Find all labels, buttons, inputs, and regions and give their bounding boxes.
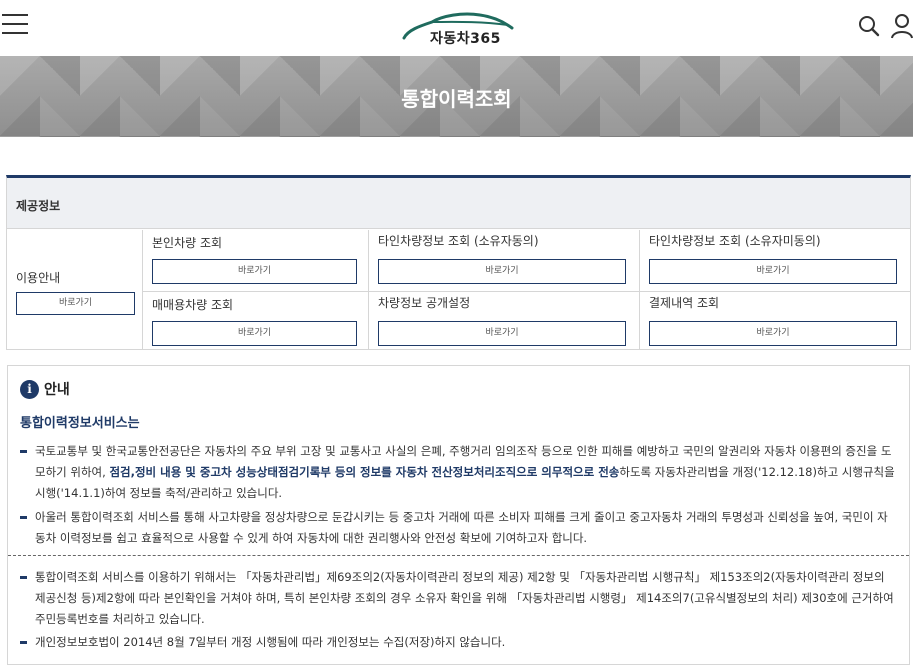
other-vehicle-no-consent-go-button[interactable]: 바로가기 bbox=[649, 259, 897, 284]
vehicle-disclosure-go-button[interactable]: 바로가기 bbox=[378, 321, 626, 346]
notice-title: 안내 bbox=[44, 382, 70, 398]
page-banner: 통합이력조회 bbox=[0, 56, 913, 137]
payment-history-label: 결제내역 조회 bbox=[649, 296, 720, 310]
site-logo[interactable]: 자동차365 bbox=[402, 8, 514, 48]
vehicle-disclosure-cell: 차량정보 공개설정 바로가기 bbox=[369, 292, 639, 350]
payment-history-go-button[interactable]: 바로가기 bbox=[649, 321, 897, 346]
other-vehicle-consent-go-button[interactable]: 바로가기 bbox=[378, 259, 626, 284]
provided-info-heading: 제공정보 bbox=[7, 178, 910, 229]
search-icon[interactable] bbox=[857, 14, 881, 38]
payment-history-cell: 결제내역 조회 바로가기 bbox=[640, 292, 910, 350]
guide-go-button[interactable]: 바로가기 bbox=[16, 292, 135, 315]
own-vehicle-go-button[interactable]: 바로가기 bbox=[152, 259, 357, 284]
logo-text: 자동차365 bbox=[430, 31, 501, 47]
trade-vehicle-go-button[interactable]: 바로가기 bbox=[152, 321, 357, 346]
vehicle-disclosure-label: 차량정보 공개설정 bbox=[378, 296, 471, 310]
own-vehicle-label: 본인차량 조회 bbox=[152, 236, 223, 250]
guide-cell: 이용안내 바로가기 bbox=[7, 230, 143, 350]
own-vehicle-cell: 본인차량 조회 바로가기 bbox=[143, 230, 368, 291]
info-icon: i bbox=[20, 379, 39, 399]
guide-label: 이용안내 bbox=[16, 271, 61, 285]
other-vehicle-no-consent-cell: 타인차량정보 조회 (소유자미동의) 바로가기 bbox=[640, 230, 910, 291]
service-title: 통합이력정보서비스는 bbox=[20, 416, 140, 431]
notice-paragraph-4: 개인정보보호법이 2014년 8월 7일부터 개정 시행됨에 따라 개인정보는 … bbox=[20, 632, 898, 653]
site-header: 자동차365 bbox=[0, 0, 913, 56]
page-title: 통합이력조회 bbox=[401, 87, 512, 111]
user-icon[interactable] bbox=[890, 13, 913, 39]
other-vehicle-no-consent-label: 타인차량정보 조회 (소유자미동의) bbox=[649, 234, 821, 248]
dashed-divider bbox=[8, 555, 909, 556]
notice-paragraph-3: 통합이력조회 서비스를 이용하기 위해서는 「자동차관리법」제69조의2(자동차… bbox=[20, 567, 898, 630]
para1-emphasis: 점검,정비 내용 및 중고차 성능상태점검기록부 등의 정보를 자동차 전산정보… bbox=[109, 465, 620, 479]
provided-info-table: 제공정보 이용안내 바로가기 본인차량 조회 바로가기 타인차량정보 조회 (소… bbox=[6, 175, 911, 350]
notice-paragraph-1: 국토교통부 및 한국교통안전공단은 자동차의 주요 부위 고장 및 교통사고 사… bbox=[20, 441, 898, 504]
other-vehicle-consent-label: 타인차량정보 조회 (소유자동의) bbox=[378, 234, 539, 248]
trade-vehicle-label: 매매용차량 조회 bbox=[152, 298, 234, 312]
other-vehicle-consent-cell: 타인차량정보 조회 (소유자동의) 바로가기 bbox=[369, 230, 639, 291]
notice-header: i 안내 bbox=[20, 379, 70, 399]
trade-vehicle-cell: 매매용차량 조회 바로가기 bbox=[143, 292, 368, 350]
hamburger-menu-icon[interactable] bbox=[2, 14, 28, 38]
notice-paragraph-2: 아울러 통합이력조회 서비스를 통해 사고차량을 정상차량으로 둔갑시키는 등 … bbox=[20, 507, 898, 549]
notice-box: i 안내 통합이력정보서비스는 국토교통부 및 한국교통안전공단은 자동차의 주… bbox=[7, 365, 910, 665]
